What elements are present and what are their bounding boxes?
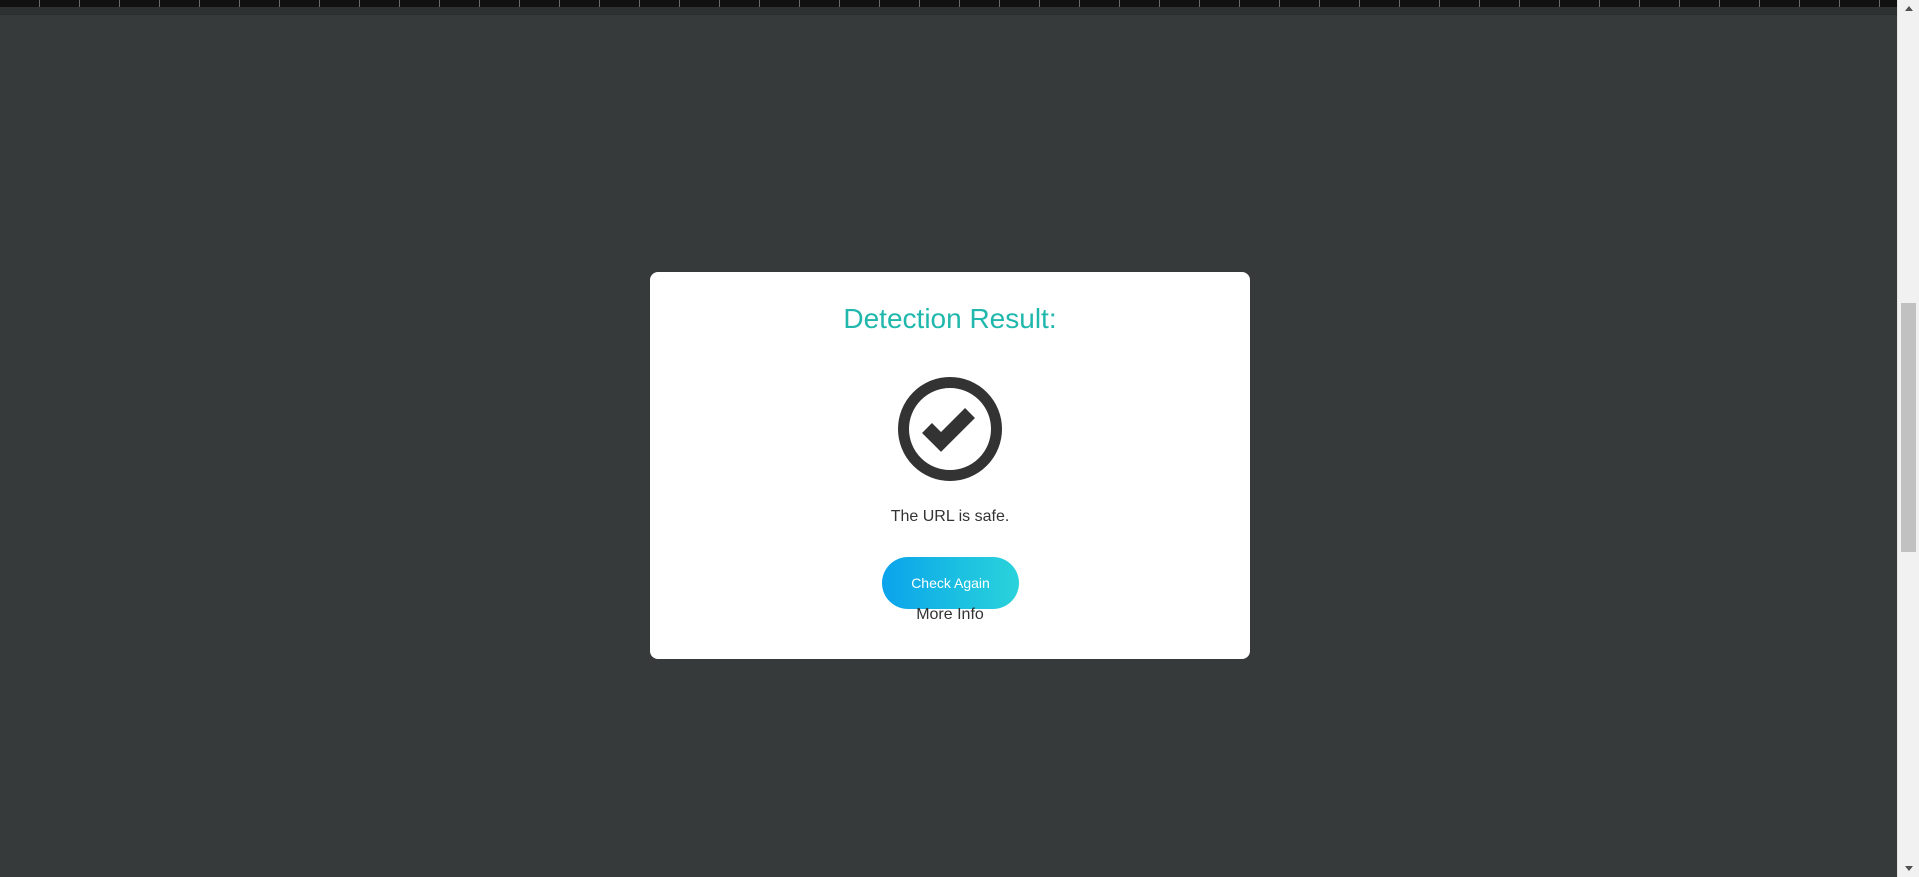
scroll-up-button[interactable]	[1898, 0, 1919, 17]
result-message: The URL is safe.	[890, 508, 1010, 525]
top-partial-content	[0, 0, 1898, 15]
arrow-down-icon	[1904, 866, 1913, 871]
detection-result-modal: Detection Result: The URL is safe. Check…	[650, 272, 1250, 659]
page: Detection Result: The URL is safe. Check…	[0, 0, 1919, 877]
modal-title: Detection Result:	[843, 303, 1057, 334]
top-dark-bar	[0, 0, 1898, 7]
arrow-up-icon	[1904, 6, 1913, 11]
more-info-link[interactable]: More Info	[650, 606, 1250, 624]
vertical-scrollbar[interactable]	[1897, 0, 1919, 877]
check-again-button[interactable]: Check Again	[882, 557, 1019, 609]
scroll-down-button[interactable]	[1898, 860, 1919, 877]
check-circle-icon	[897, 376, 1003, 482]
scrollbar-thumb[interactable]	[1901, 303, 1916, 552]
